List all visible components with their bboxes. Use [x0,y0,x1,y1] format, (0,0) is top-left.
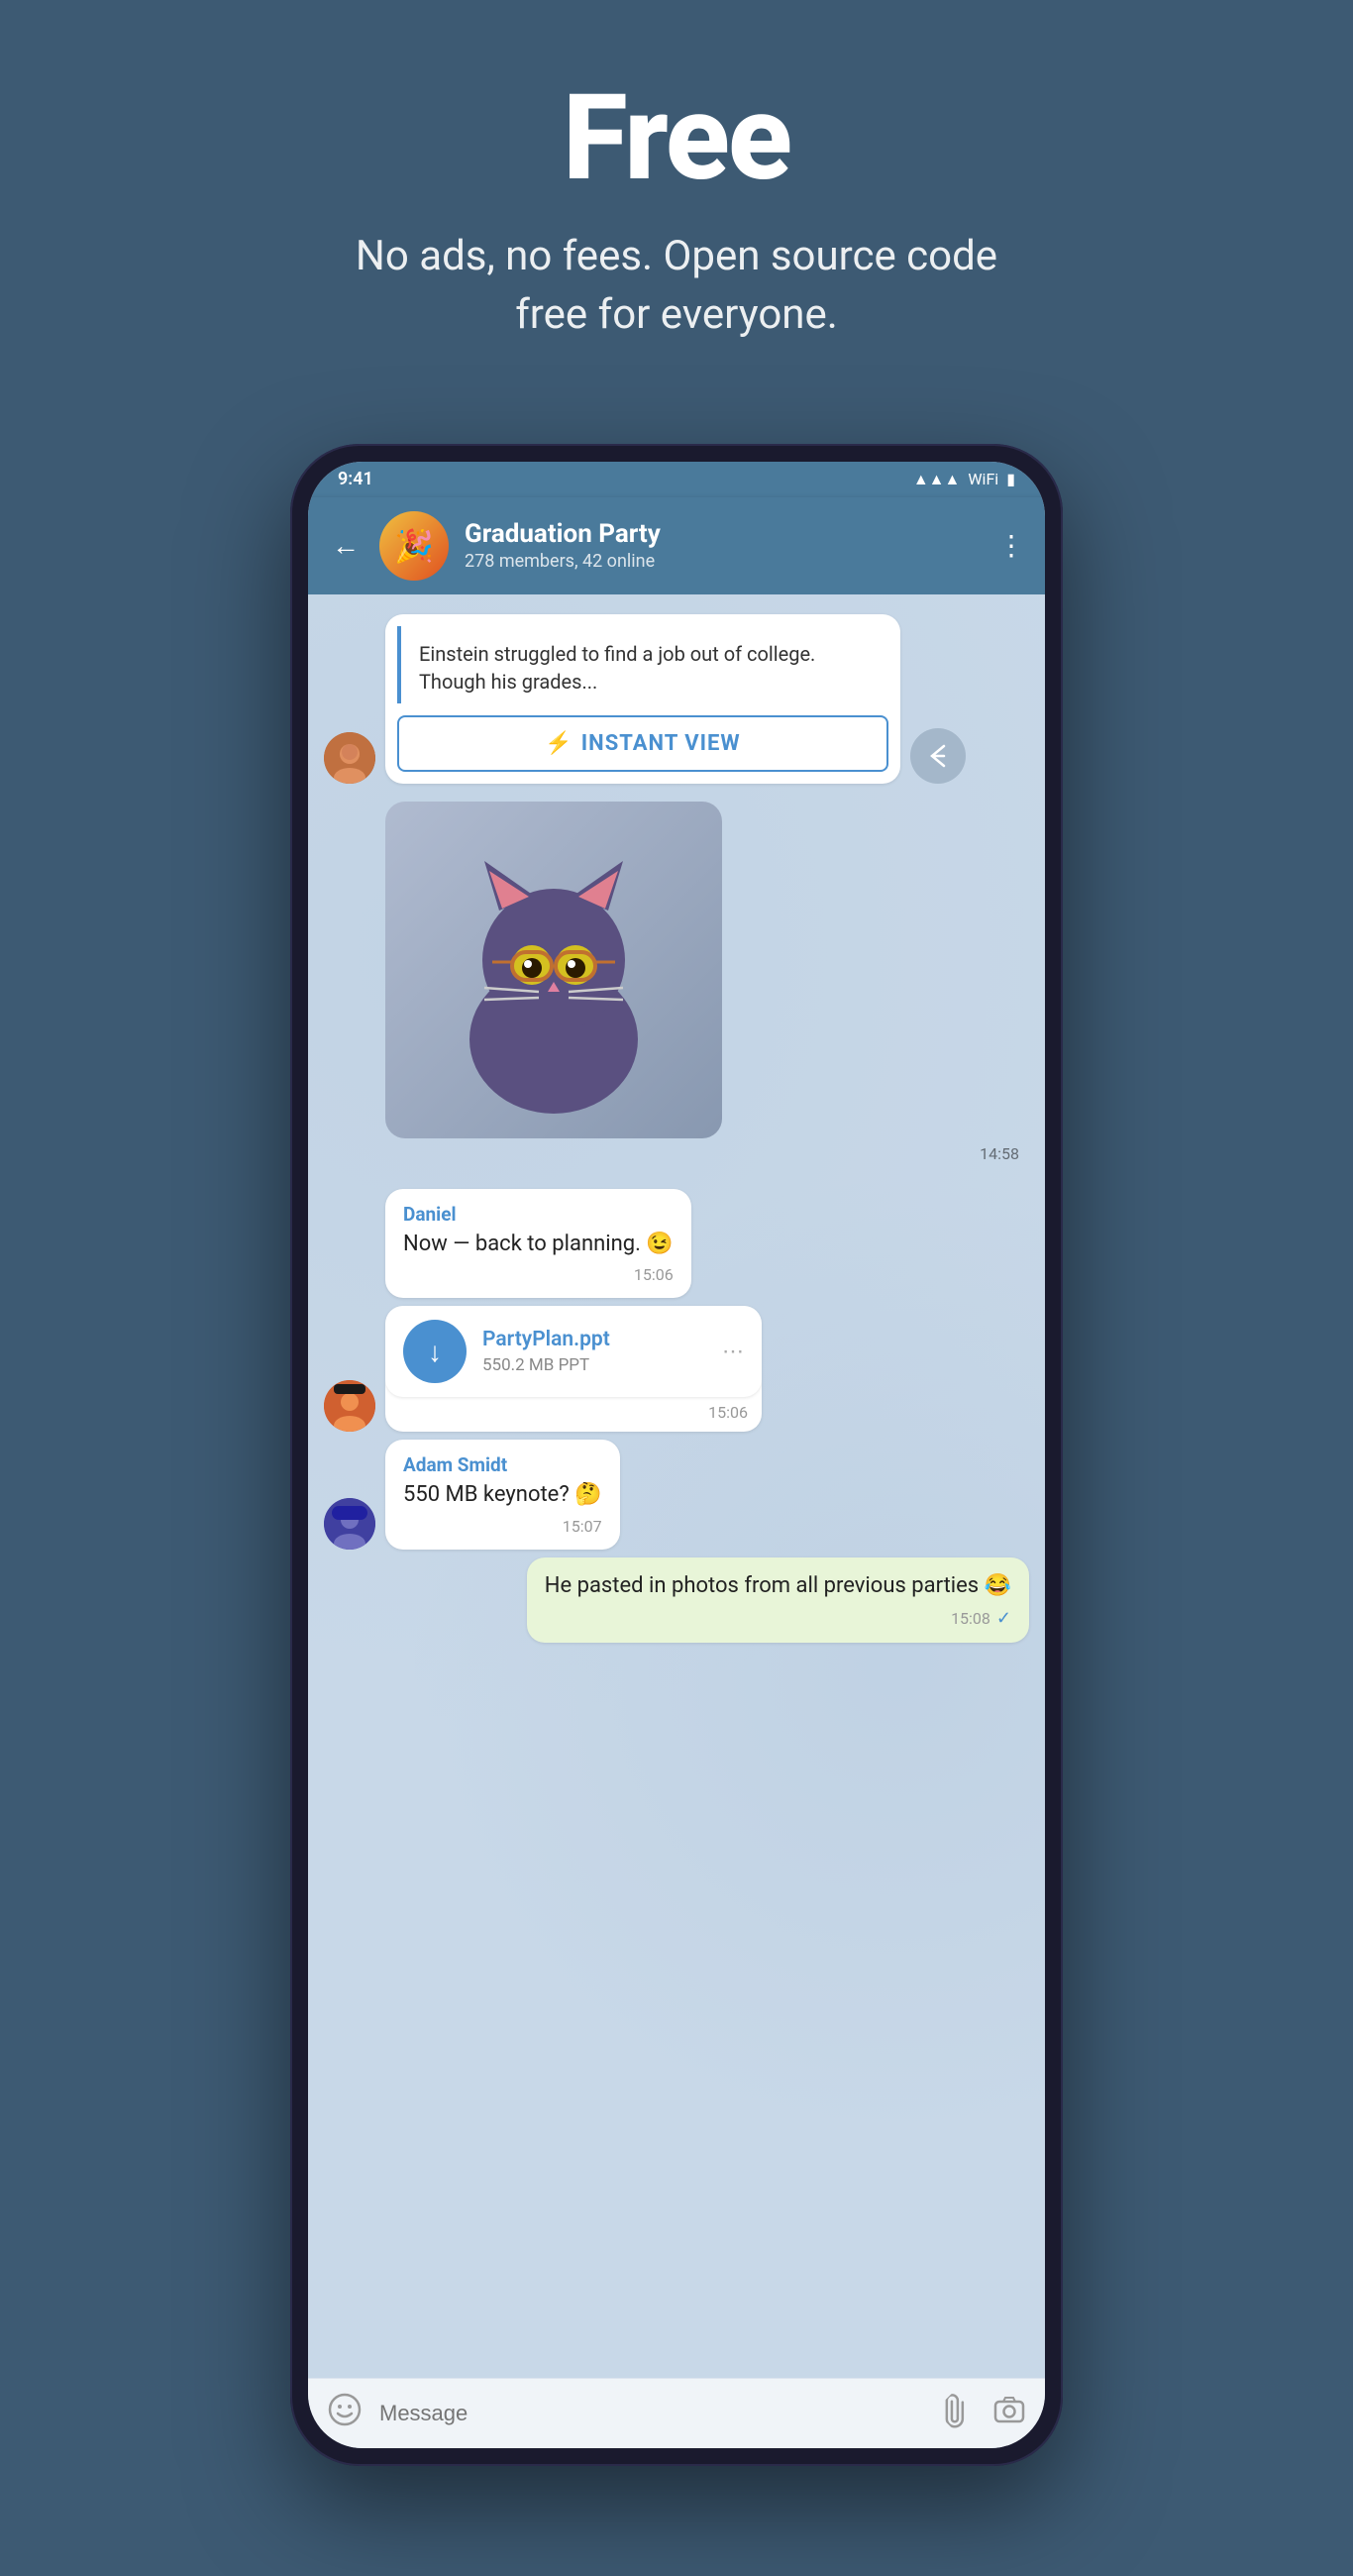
phone-screen: 9:41 ▲▲▲ WiFi ▮ ← 🎉 Graduation Party 278… [308,462,1045,2448]
instant-view-label: INSTANT VIEW [581,731,741,756]
file-meta: 550.2 MB PPT [482,1355,706,1375]
avatar-guy2 [324,1380,375,1432]
emoji-icon [328,2393,362,2426]
bubble-adam: Adam Smidt 550 MB keynote? 🤔 15:07 [385,1440,620,1550]
article-content: Einstein struggled to find a job out of … [397,626,888,703]
share-button[interactable] [910,728,966,784]
share-icon [924,742,952,770]
status-bar: 9:41 ▲▲▲ WiFi ▮ [308,462,1045,497]
group-name: Graduation Party [465,519,982,549]
download-icon: ↓ [428,1336,442,1368]
sticker-time: 14:58 [980,1144,1019,1163]
meta-sent: 15:08 ✓ [545,1608,1011,1629]
check-icon: ✓ [996,1608,1011,1629]
sticker-row: s = √r² + h² A = πr² + πrs V = ⅓πr²h P =… [324,792,1029,1173]
camera-icon [993,2394,1025,2425]
wifi-icon: WiFi [968,470,998,488]
time-file: 15:06 [708,1403,748,1422]
camera-button[interactable] [993,2394,1025,2432]
message-row-daniel: Daniel Now — back to planning. 😉 15:06 [324,1189,1029,1299]
paperclip-icon [935,2388,980,2432]
phone-wrapper: 9:41 ▲▲▲ WiFi ▮ ← 🎉 Graduation Party 278… [290,444,1063,2466]
sticker-image: s = √r² + h² A = πr² + πrs V = ⅓πr²h P =… [385,802,722,1138]
message-input[interactable] [379,2401,926,2426]
group-info: Graduation Party 278 members, 42 online [465,519,982,572]
input-bar [308,2378,1045,2448]
time-sent: 15:08 [951,1609,990,1628]
text-daniel: Now — back to planning. 😉 [403,1230,674,1260]
file-content: ↓ PartyPlan.ppt 550.2 MB PPT ⋯ [385,1306,762,1397]
back-button[interactable]: ← [328,525,364,566]
status-icons: ▲▲▲ WiFi ▮ [913,470,1015,489]
avatar-guy3 [324,1498,375,1550]
chat-header: ← 🎉 Graduation Party 278 members, 42 onl… [308,497,1045,594]
file-more-button[interactable]: ⋯ [722,1340,744,1364]
sender-daniel: Daniel [403,1203,674,1226]
avatar-guy2-img [324,1380,375,1432]
sticker-area: s = √r² + h² A = πr² + πrs V = ⅓πr²h P =… [385,792,1029,1173]
bubble-sent: He pasted in photos from all previous pa… [527,1557,1029,1643]
article-text: Einstein struggled to find a job out of … [419,640,871,696]
meta-file: 15:06 [385,1403,762,1432]
text-sent: He pasted in photos from all previous pa… [545,1571,1011,1602]
time-adam: 15:07 [563,1517,602,1536]
instant-view-button[interactable]: ⚡ INSTANT VIEW [397,715,888,772]
cat-sticker-svg [425,821,682,1119]
message-row-article: Einstein struggled to find a job out of … [324,614,1029,784]
message-row-adam: Adam Smidt 550 MB keynote? 🤔 15:07 [324,1440,1029,1550]
time-daniel: 15:06 [634,1265,674,1284]
group-members: 278 members, 42 online [465,551,982,572]
chat-area: Einstein struggled to find a job out of … [308,594,1045,2378]
file-info: PartyPlan.ppt 550.2 MB PPT [482,1328,706,1375]
signal-icon: ▲▲▲ [913,470,961,489]
battery-icon: ▮ [1006,470,1015,488]
more-button[interactable]: ⋮ [997,529,1025,562]
hero-section: Free No ads, no fees. Open source code f… [0,0,1353,404]
bubble-file: ↓ PartyPlan.ppt 550.2 MB PPT ⋯ 15:06 [385,1306,762,1432]
avatar-guy3-img [324,1498,375,1550]
meta-adam: 15:07 [403,1517,602,1536]
download-button[interactable]: ↓ [403,1320,467,1383]
lightning-icon: ⚡ [545,731,572,756]
status-time: 9:41 [338,469,373,489]
group-avatar: 🎉 [379,511,449,581]
text-adam: 550 MB keynote? 🤔 [403,1480,602,1511]
attach-button[interactable] [935,2388,986,2438]
message-row-sent: He pasted in photos from all previous pa… [324,1557,1029,1643]
avatar-girl-img [324,732,375,784]
bubble-daniel: Daniel Now — back to planning. 😉 15:06 [385,1189,691,1299]
meta-daniel: 15:06 [403,1265,674,1284]
article-card: Einstein struggled to find a job out of … [385,614,900,784]
hero-title: Free [40,79,1313,198]
file-name: PartyPlan.ppt [482,1328,706,1351]
emoji-button[interactable] [328,2393,362,2434]
phone-outer: 9:41 ▲▲▲ WiFi ▮ ← 🎉 Graduation Party 278… [290,444,1063,2466]
group-avatar-emoji: 🎉 [394,527,434,565]
sender-adam: Adam Smidt [403,1453,602,1476]
message-row-file: ↓ PartyPlan.ppt 550.2 MB PPT ⋯ 15:06 [324,1306,1029,1432]
hero-subtitle: No ads, no fees. Open source code free f… [330,228,1023,345]
avatar-girl [324,732,375,784]
